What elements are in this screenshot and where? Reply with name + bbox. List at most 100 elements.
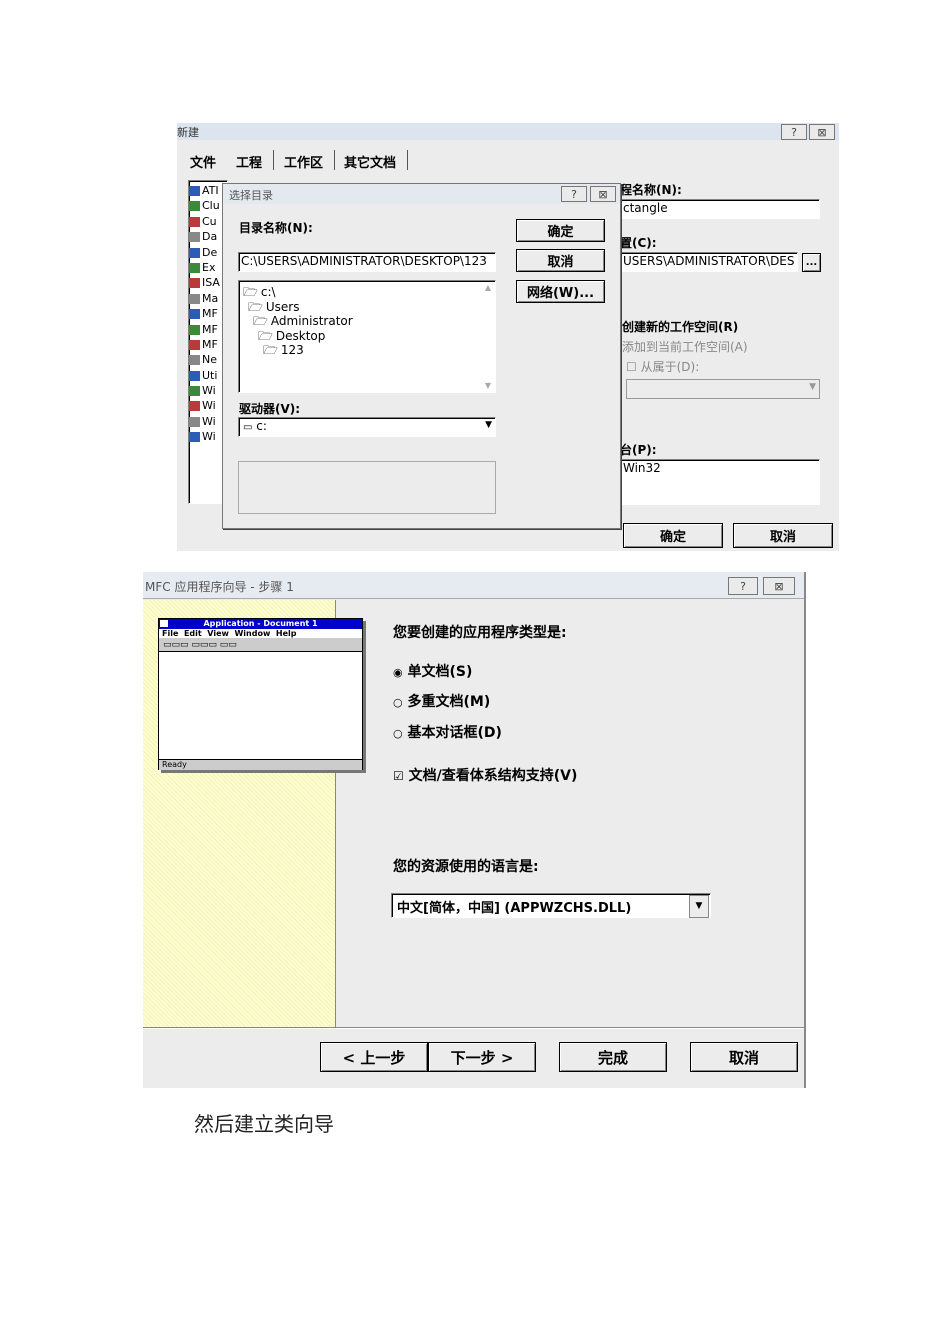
back-button[interactable]: < 上一步 [320, 1042, 428, 1072]
folder-icon: 🗁 [263, 343, 278, 357]
cancel-button[interactable]: 取消 [733, 523, 833, 548]
drive-icon: ▭ [243, 422, 253, 433]
chevron-down-icon: ▼ [695, 901, 703, 911]
tab-file[interactable]: 文件 [190, 152, 216, 171]
platform-list[interactable]: Win32 [620, 459, 820, 505]
tab-other-docs[interactable]: 其它文档 [344, 152, 396, 171]
location-label: 置(C): [620, 236, 657, 250]
help-button[interactable]: ? [561, 186, 587, 202]
project-type-icon [189, 416, 200, 427]
app-preview-window: Application - Document 1 File Edit View … [158, 618, 363, 770]
preview-menubar: File Edit View Window Help [162, 629, 297, 638]
close-button[interactable]: ⊠ [590, 186, 616, 202]
tab-divider [334, 150, 335, 170]
project-type-icon [189, 262, 200, 273]
project-type-icon [189, 278, 200, 289]
tab-project[interactable]: 工程 [236, 152, 262, 171]
preview-titlebar: Application - Document 1 [159, 619, 362, 629]
mfc-wizard-title: MFC 应用程序向导 - 步骤 1 [145, 580, 294, 594]
chevron-down-icon: ▼ [809, 382, 816, 392]
project-type-icon [189, 309, 200, 320]
help-button[interactable]: ? [728, 577, 758, 595]
dir-path-input[interactable]: C:\USERS\ADMINISTRATOR\DESKTOP\123 [238, 252, 496, 272]
preview-statusbar: Ready [159, 759, 362, 770]
tab-divider [407, 150, 408, 170]
radio-empty-icon: ○ [393, 727, 403, 740]
ok-button[interactable]: 确定 [516, 219, 605, 242]
project-type-icon [189, 401, 200, 412]
dropdown-button[interactable]: ▼ [689, 895, 709, 918]
close-button[interactable]: ⊠ [809, 124, 835, 140]
tree-node[interactable]: 🗁 Desktop [243, 327, 491, 343]
system-menu-icon [160, 620, 168, 627]
toolbar-buttons-icon: ▭▭▭ ▭▭▭ ▭▭ [163, 640, 237, 650]
radio-single-doc[interactable]: ◉ 单文档(S) [393, 661, 472, 681]
chevron-down-icon[interactable]: ▼ [485, 420, 492, 430]
radio-add-workspace[interactable]: 添加到当前工作空间(A) [622, 338, 748, 355]
project-type-icon [189, 201, 200, 212]
project-type-icon [189, 355, 200, 366]
platform-label: 台(P): [620, 443, 657, 457]
mfc-wizard: MFC 应用程序向导 - 步骤 1 ? ⊠ Application - Docu… [143, 572, 806, 1088]
ok-button[interactable]: 确定 [623, 523, 723, 548]
browse-button[interactable]: ... [802, 253, 821, 272]
folder-icon: 🗁 [243, 285, 258, 299]
radio-selected-icon: ◉ [393, 666, 403, 679]
next-button[interactable]: 下一步 > [428, 1042, 536, 1072]
choose-dir-title: 选择目录 [229, 189, 273, 202]
radio-new-workspace[interactable]: 创建新的工作空间(R) [622, 318, 738, 335]
dir-tree[interactable]: 🗁 c:\ 🗁 Users 🗁 Administrator 🗁 Desktop 🗁 123 ▲ ▼ [238, 280, 496, 393]
cancel-button[interactable]: 取消 [516, 249, 605, 272]
project-type-icon [189, 370, 200, 381]
dir-name-label: 目录名称(N): [239, 221, 313, 235]
network-button[interactable]: 网络(W)... [516, 280, 605, 303]
caption-text: 然后建立类向导 [194, 1112, 334, 1136]
project-name-input[interactable]: ctangle [620, 199, 820, 219]
checkbox-icon: ☐ [626, 360, 637, 374]
drive-combo[interactable]: ▭ c: ▼ [238, 417, 496, 437]
preview-pane: Application - Document 1 File Edit View … [143, 600, 363, 1027]
project-type-icon [189, 247, 200, 258]
language-combo[interactable]: 中文[简体，中国] (APPWZCHS.DLL) ▼ [391, 893, 711, 918]
tree-node[interactable]: 🗁 Administrator [243, 312, 491, 328]
mfc-wizard-titlebar: MFC 应用程序向导 - 步骤 1 ? ⊠ [143, 572, 804, 599]
tab-workspace[interactable]: 工作区 [284, 152, 323, 171]
project-type-icon [189, 232, 200, 243]
cancel-button[interactable]: 取消 [690, 1042, 798, 1072]
project-type-icon [189, 324, 200, 335]
radio-multi-doc[interactable]: ○ 多重文档(M) [393, 691, 490, 711]
tab-divider [273, 150, 274, 170]
project-name-label: 程名称(N): [620, 183, 682, 197]
new-dialog-titlebar: 新建 ? ⊠ [177, 123, 839, 140]
finish-button[interactable]: 完成 [559, 1042, 667, 1072]
project-type-icon [189, 293, 200, 304]
app-type-question: 您要创建的应用程序类型是: [393, 625, 567, 641]
tree-node[interactable]: 🗁 123 [243, 341, 491, 357]
info-box [238, 461, 496, 514]
radio-dialog[interactable]: ○ 基本对话框(D) [393, 722, 502, 742]
scroll-down-icon[interactable]: ▼ [485, 381, 491, 390]
preview-toolbar: ▭▭▭ ▭▭▭ ▭▭ [159, 638, 362, 652]
choose-dir-dialog: 选择目录 ? ⊠ 目录名称(N): C:\USERS\ADMINISTRATOR… [222, 183, 621, 529]
close-button[interactable]: ⊠ [763, 577, 795, 595]
checkbox-depend[interactable]: ☐ 从属于(D): [626, 358, 699, 375]
project-type-icon [189, 186, 200, 196]
choose-dir-titlebar: 选择目录 ? ⊠ [223, 184, 620, 204]
checkbox-checked-icon: ☑ [393, 769, 404, 783]
project-type-icon [189, 432, 200, 443]
project-type-icon [189, 339, 200, 350]
help-button[interactable]: ? [781, 124, 807, 140]
wizard-divider [143, 1027, 804, 1029]
doc-view-checkbox[interactable]: ☑ 文档/查看体系结构支持(V) [393, 765, 577, 785]
drive-label: 驱动器(V): [239, 402, 301, 416]
tree-node[interactable]: 🗁 c:\ [243, 283, 491, 299]
depend-combo[interactable]: ▼ [626, 379, 820, 399]
tree-node[interactable]: 🗁 Users [243, 298, 491, 314]
project-type-icon [189, 386, 200, 397]
language-label: 您的资源使用的语言是: [393, 859, 539, 875]
folder-icon: 🗁 [253, 314, 268, 328]
new-dialog-title: 新建 [177, 126, 199, 139]
project-type-icon [189, 216, 200, 227]
scroll-up-icon[interactable]: ▲ [485, 283, 491, 292]
location-input[interactable]: USERS\ADMINISTRATOR\DES [620, 252, 798, 272]
